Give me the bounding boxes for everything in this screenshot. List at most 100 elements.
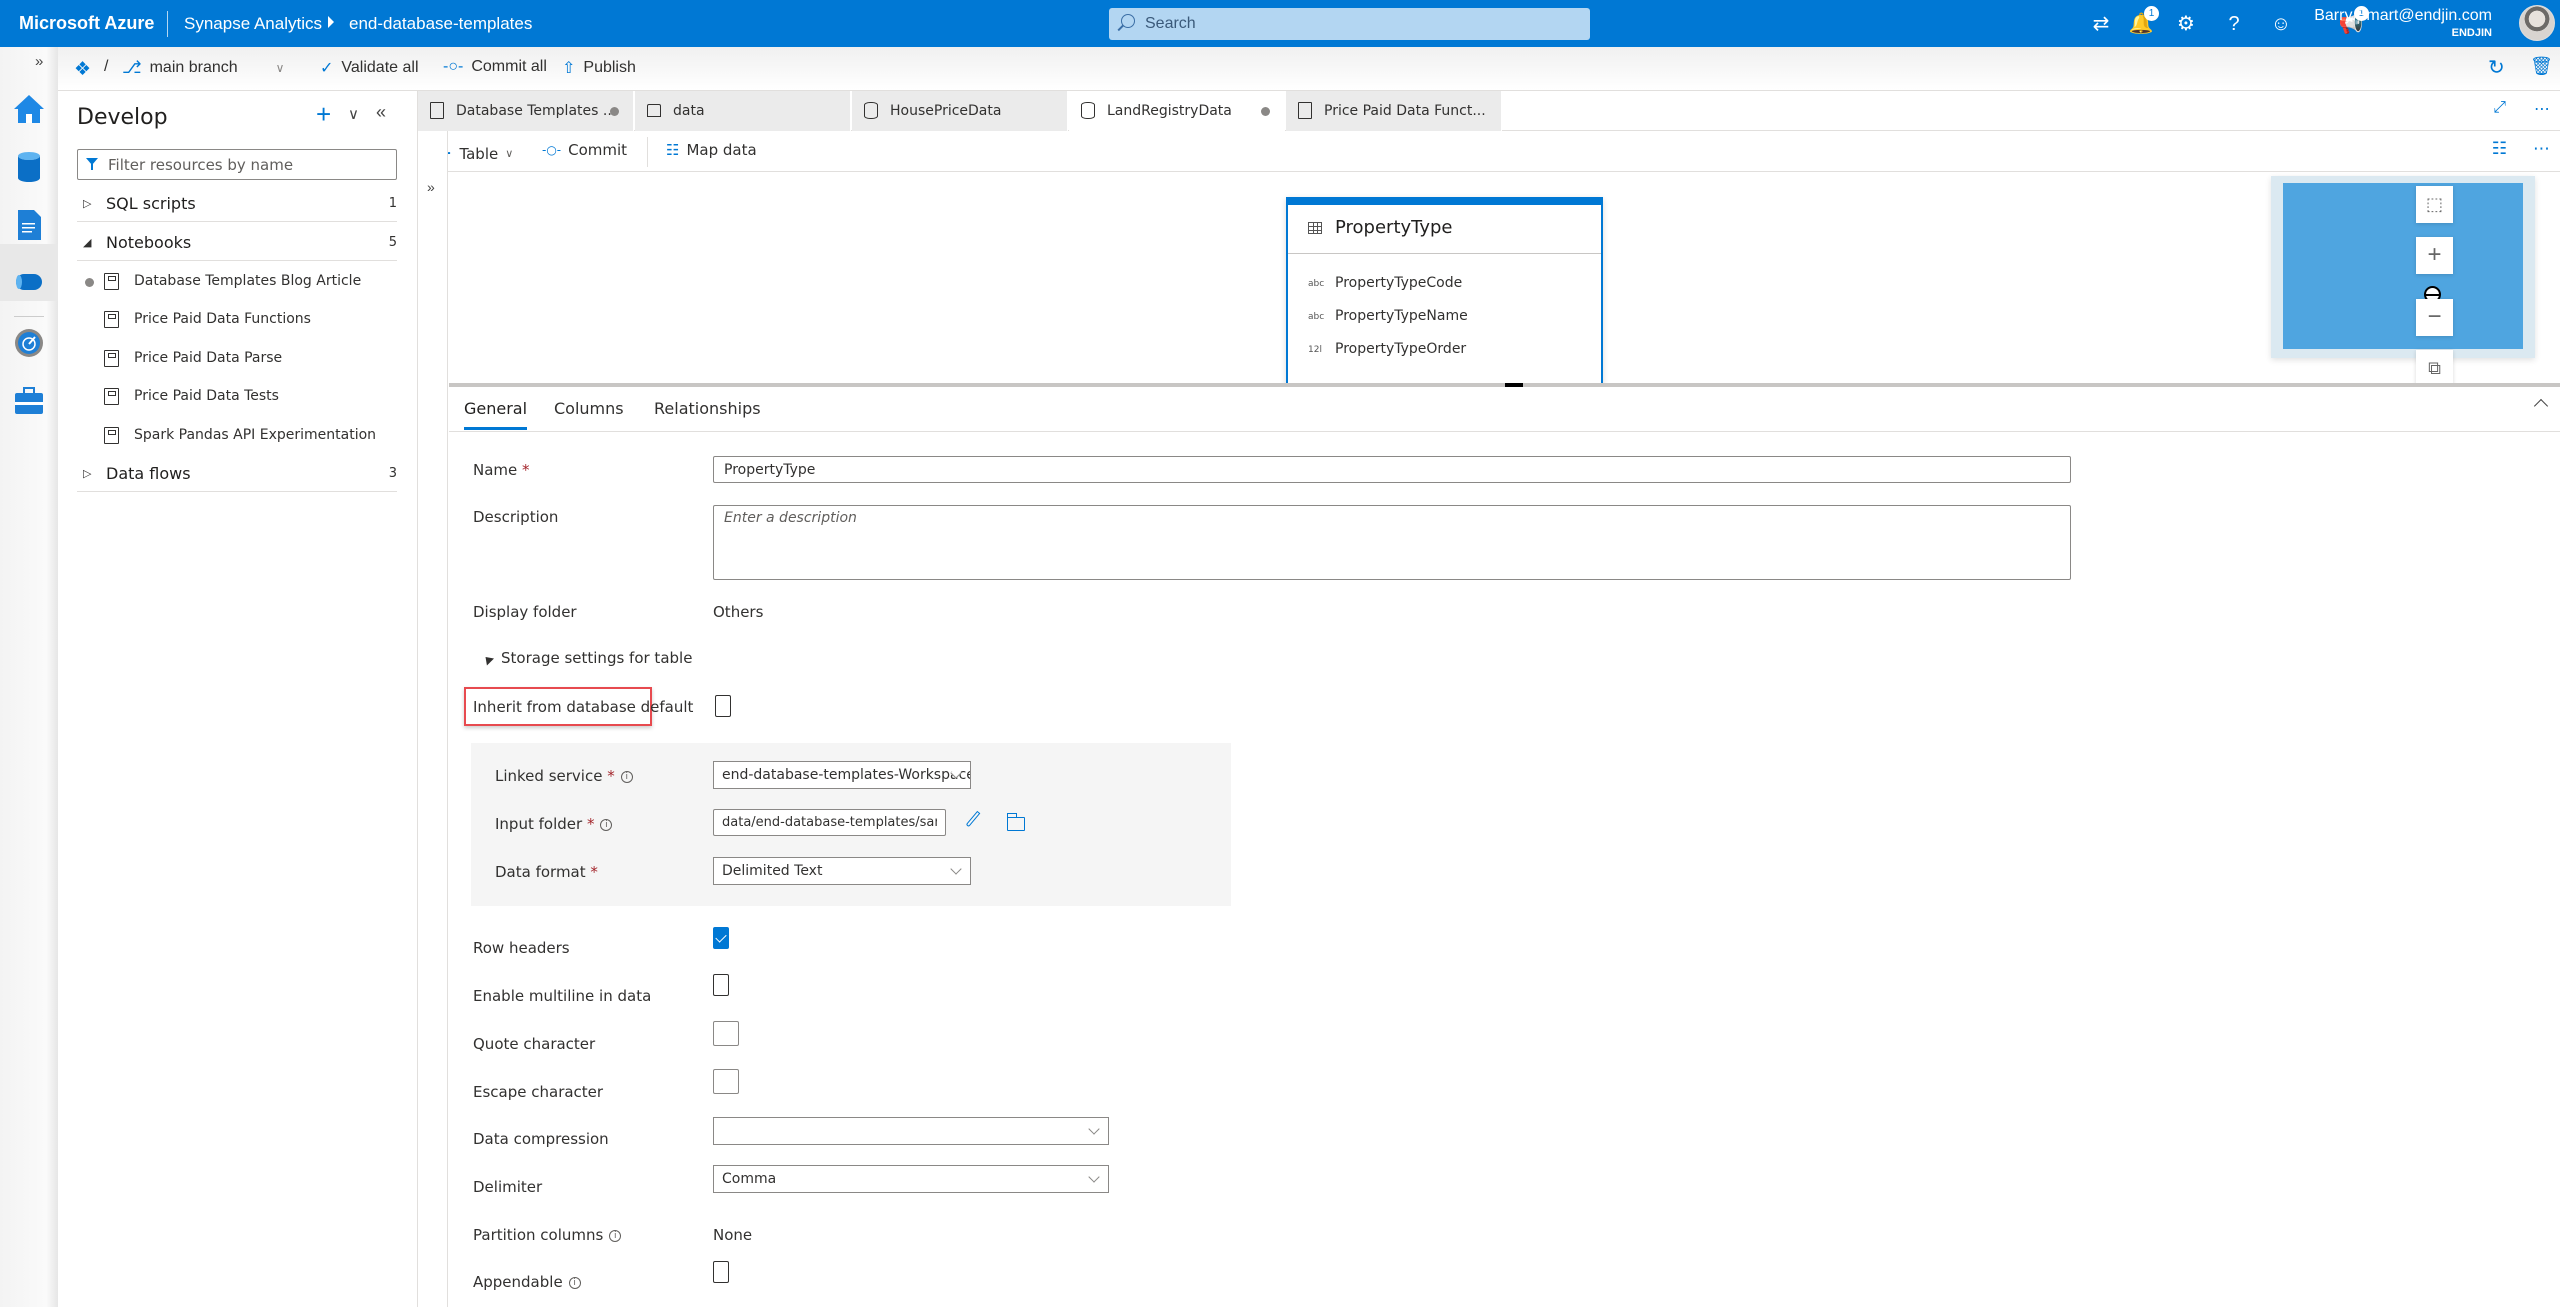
tab-columns[interactable]: Columns bbox=[554, 399, 624, 418]
expand-all-icon[interactable]: ∨ bbox=[348, 105, 359, 123]
data-compression-dropdown[interactable] bbox=[713, 1117, 1109, 1145]
validate-icon: ✓ bbox=[320, 60, 334, 77]
list-item[interactable]: Spark Pandas API Experimentation bbox=[77, 416, 397, 454]
integrate-icon[interactable] bbox=[9, 262, 49, 302]
linked-service-dropdown[interactable]: end-database-templates-WorkspaceDefaultS… bbox=[713, 761, 971, 789]
zoom-in-button[interactable]: + bbox=[2416, 237, 2453, 274]
develop-icon[interactable] bbox=[9, 205, 49, 245]
filter-input[interactable] bbox=[108, 154, 388, 176]
data-format-value: Delimited Text bbox=[722, 863, 823, 879]
map-data-button[interactable]: ☷ Map data bbox=[666, 141, 757, 159]
devops-repo-icon[interactable]: ❖ bbox=[74, 58, 91, 81]
toggle-minimap-button[interactable]: ⧉ bbox=[2416, 350, 2453, 384]
more-options-icon[interactable]: ⋯ bbox=[2534, 99, 2550, 119]
tab-price-paid-data-functions[interactable]: Price Paid Data Funct... bbox=[1286, 91, 1502, 131]
user-feedback-icon[interactable]: ☺ bbox=[2267, 10, 2295, 38]
unsaved-dot-icon bbox=[610, 107, 619, 116]
tab-relationships[interactable]: Relationships bbox=[654, 399, 761, 418]
entity-card[interactable]: PropertyType abc PropertyTypeCode abc Pr… bbox=[1286, 197, 1603, 384]
avatar[interactable] bbox=[2519, 5, 2555, 41]
entity-header: PropertyType bbox=[1288, 205, 1601, 254]
storage-settings-toggle[interactable]: Storage settings for table bbox=[481, 649, 692, 667]
search-box[interactable] bbox=[1109, 8, 1590, 40]
directory-switch-icon[interactable]: ⇄ bbox=[2087, 10, 2115, 38]
tree-group-data-flows[interactable]: ▷ Data flows 3 bbox=[77, 454, 397, 492]
tree-group-notebooks[interactable]: ◢ Notebooks 5 bbox=[77, 223, 397, 261]
breadcrumb-synapse[interactable]: Synapse Analytics bbox=[184, 14, 322, 34]
notifications-icon[interactable]: 🔔 1 bbox=[2127, 6, 2159, 38]
column-name: PropertyTypeOrder bbox=[1335, 341, 1467, 357]
maximize-icon[interactable]: ⤢ bbox=[2493, 99, 2506, 119]
commit-all-button[interactable]: -○- Commit all bbox=[443, 58, 547, 76]
map-data-icon: ☷ bbox=[666, 141, 680, 159]
list-item[interactable]: Price Paid Data Functions bbox=[77, 300, 397, 338]
name-field[interactable] bbox=[713, 456, 2071, 483]
tab-house-price-data[interactable]: HousePriceData bbox=[852, 91, 1068, 131]
tab-label: Price Paid Data Funct... bbox=[1324, 103, 1486, 119]
notebook-icon bbox=[1298, 102, 1312, 119]
help-icon[interactable]: ? bbox=[2220, 10, 2248, 38]
collapse-panel-icon[interactable]: « bbox=[376, 102, 386, 123]
group-count: 1 bbox=[388, 196, 397, 211]
monitor-icon[interactable] bbox=[9, 323, 49, 363]
tab-label: LandRegistryData bbox=[1107, 103, 1232, 119]
tab-label: data bbox=[673, 103, 705, 119]
minimap[interactable] bbox=[2271, 176, 2535, 358]
minimap-viewport[interactable] bbox=[2283, 183, 2523, 349]
expand-nav-icon[interactable]: » bbox=[35, 53, 43, 70]
tab-data[interactable]: data bbox=[635, 91, 851, 131]
number-type-icon: 12l bbox=[1308, 345, 1322, 355]
search-input[interactable] bbox=[1145, 13, 1565, 35]
appendable-checkbox[interactable] bbox=[713, 1261, 729, 1283]
editor-toolbar: + Table ∨ -○- Commit ☷ Map data ☷ ⋯ bbox=[418, 131, 2560, 172]
tab-database-templates[interactable]: Database Templates ... bbox=[418, 91, 634, 131]
edit-icon[interactable] bbox=[965, 810, 981, 828]
multiline-label: Enable multiline in data bbox=[473, 987, 652, 1005]
data-format-dropdown[interactable]: Delimited Text bbox=[713, 857, 971, 885]
add-resource-button[interactable]: + bbox=[316, 99, 331, 130]
tab-general[interactable]: General bbox=[464, 399, 528, 430]
input-folder-field[interactable] bbox=[713, 809, 946, 836]
commit-button[interactable]: -○- Commit bbox=[542, 141, 627, 159]
tree-group-sql-scripts[interactable]: ▷ SQL scripts 1 bbox=[77, 184, 397, 222]
commit-all-label: Commit all bbox=[471, 58, 547, 75]
branch-selector[interactable]: ⎇ main branch ∨ bbox=[122, 58, 284, 78]
settings-icon[interactable]: ⚙ bbox=[2172, 10, 2200, 38]
properties-icon[interactable]: ☷ bbox=[2492, 139, 2507, 159]
breadcrumb-workspace[interactable]: end-database-templates bbox=[349, 14, 532, 34]
refresh-icon[interactable]: ↻ bbox=[2488, 55, 2505, 80]
filter-box[interactable] bbox=[77, 149, 397, 180]
escape-character-field[interactable] bbox=[713, 1069, 739, 1094]
inherit-checkbox[interactable] bbox=[715, 695, 731, 717]
data-icon[interactable] bbox=[9, 147, 49, 187]
quote-character-field[interactable] bbox=[713, 1021, 739, 1046]
chevron-up-icon[interactable] bbox=[2533, 398, 2549, 414]
database-icon bbox=[1081, 102, 1095, 119]
group-count: 5 bbox=[388, 235, 397, 250]
row-headers-checkbox[interactable] bbox=[713, 927, 729, 949]
list-item[interactable]: Database Templates Blog Article bbox=[77, 262, 397, 300]
fit-to-screen-button[interactable]: ⬚ bbox=[2416, 186, 2453, 223]
info-icon: i bbox=[609, 1230, 622, 1242]
discard-all-icon[interactable]: 🗑 bbox=[2530, 56, 2553, 77]
list-item[interactable]: Price Paid Data Tests bbox=[77, 377, 397, 415]
zoom-out-button[interactable]: − bbox=[2416, 299, 2453, 336]
user-email[interactable]: Barry.Smart@endjin.com bbox=[2314, 7, 2492, 25]
tab-land-registry-data[interactable]: LandRegistryData bbox=[1069, 91, 1285, 131]
breadcrumb-arrow-icon bbox=[328, 16, 334, 28]
more-options-icon[interactable]: ⋯ bbox=[2533, 139, 2550, 159]
browse-folder-icon[interactable] bbox=[1006, 813, 1025, 831]
description-field[interactable] bbox=[713, 505, 2071, 580]
delimiter-dropdown[interactable]: Comma bbox=[713, 1165, 1109, 1193]
expand-panel-icon[interactable]: » bbox=[427, 179, 435, 195]
validate-all-button[interactable]: ✓ Validate all bbox=[320, 58, 419, 78]
design-canvas[interactable]: PropertyType abc PropertyTypeCode abc Pr… bbox=[449, 172, 2560, 384]
home-icon[interactable] bbox=[9, 89, 49, 129]
manage-icon[interactable] bbox=[9, 381, 49, 421]
brand-name[interactable]: Microsoft Azure bbox=[19, 13, 154, 34]
multiline-checkbox[interactable] bbox=[713, 974, 729, 996]
publish-button[interactable]: ⇧ Publish bbox=[562, 58, 636, 78]
chevron-down-icon bbox=[950, 863, 962, 875]
list-item[interactable]: Price Paid Data Parse bbox=[77, 339, 397, 377]
table-label: Table bbox=[459, 144, 499, 163]
